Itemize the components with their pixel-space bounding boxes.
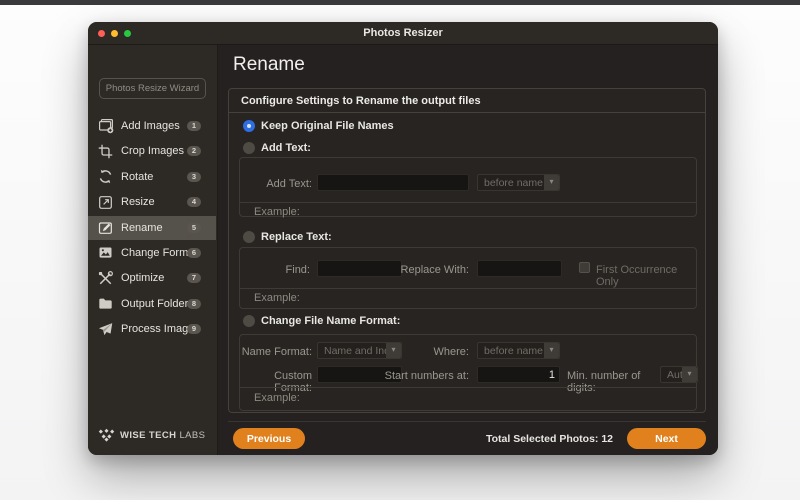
add-images-icon (97, 118, 114, 134)
top-edge-strip (0, 0, 800, 5)
chevron-down-icon: ▾ (544, 343, 559, 358)
name-format-label: Name Format: (241, 346, 312, 358)
rename-settings-panel: Configure Settings to Rename the output … (228, 88, 706, 413)
brand-name: WISE TECH LABS (120, 429, 206, 441)
step-number-badge: 6 (187, 247, 201, 258)
window-title: Photos Resizer (363, 27, 443, 39)
sidebar-item-label: Rotate (121, 170, 154, 183)
sidebar-item-change-format[interactable]: Change Format 6 (88, 241, 216, 265)
step-number-badge: 4 (187, 197, 201, 208)
change-format-option[interactable]: Change File Name Format: (243, 315, 400, 327)
first-occurrence-label: First Occurrence Only (596, 264, 678, 288)
previous-button[interactable]: Previous (233, 428, 305, 449)
step-number-badge: 8 (187, 298, 201, 309)
add-text-example-label: Example: (254, 206, 300, 218)
step-number-badge: 3 (187, 171, 201, 182)
rename-icon (97, 220, 114, 236)
add-text-field-label: Add Text: (266, 178, 312, 190)
step-number-badge: 9 (187, 324, 201, 335)
sidebar-item-label: Resize (121, 196, 155, 209)
min-digits-label: Min. number of digits: (567, 370, 641, 394)
example-divider (240, 288, 696, 289)
change-format-group: Name Format: Name and Index ▾ Where: bef… (239, 334, 698, 411)
first-occurrence-checkbox[interactable] (579, 262, 590, 273)
add-text-position-dropdown[interactable]: before name ▾ (477, 174, 560, 191)
panel-header: Configure Settings to Rename the output … (229, 89, 705, 113)
replace-with-label: Replace With: (400, 264, 469, 276)
change-format-example-label: Example: (254, 392, 300, 404)
replace-text-label: Replace Text: (261, 231, 332, 243)
sidebar-item-add-images[interactable]: Add Images 1 (88, 114, 216, 138)
chevron-down-icon: ▾ (544, 175, 559, 190)
chevron-down-icon: ▾ (682, 367, 697, 382)
folder-icon (97, 296, 114, 312)
sidebar-item-resize[interactable]: Resize 4 (88, 190, 216, 214)
wizard-sidebar: Photos Resize Wizard Add Images 1 Crop I… (88, 45, 218, 455)
resize-icon (97, 194, 114, 210)
paper-plane-icon (97, 321, 114, 337)
wizard-title-button[interactable]: Photos Resize Wizard (99, 78, 206, 99)
where-dropdown[interactable]: before name ▾ (477, 342, 560, 359)
keep-original-label: Keep Original File Names (261, 120, 394, 132)
desktop-background: Photos Resizer Photos Resize Wizard Add … (0, 0, 800, 500)
add-text-option[interactable]: Add Text: (243, 142, 311, 154)
next-button[interactable]: Next (627, 428, 706, 449)
min-digits-dropdown[interactable]: Auto ▾ (660, 366, 698, 383)
sidebar-item-label: Output Folder (121, 297, 189, 310)
total-selected-photos: Total Selected Photos: 12 (486, 433, 613, 445)
main-content: Rename Configure Settings to Rename the … (218, 45, 718, 455)
radio-unselected-icon[interactable] (243, 315, 255, 327)
sidebar-item-rotate[interactable]: Rotate 3 (88, 165, 216, 189)
replace-with-input[interactable] (477, 260, 562, 277)
footer-divider (228, 421, 706, 422)
radio-selected-icon[interactable] (243, 120, 255, 132)
wizard-step-list: Add Images 1 Crop Images 2 Rotate 3 Resi… (88, 114, 216, 343)
rotate-icon (97, 169, 114, 185)
find-label: Find: (285, 264, 310, 276)
radio-unselected-icon[interactable] (243, 231, 255, 243)
change-format-label: Change File Name Format: (261, 315, 401, 327)
title-bar: Photos Resizer (88, 22, 718, 45)
sidebar-item-process-images[interactable]: Process Images 9 (88, 317, 216, 341)
crop-icon (97, 143, 114, 159)
step-number-badge: 1 (187, 121, 201, 131)
tools-icon (97, 270, 114, 286)
start-numbers-input[interactable] (477, 366, 560, 383)
page-title: Rename (233, 54, 305, 75)
add-text-input[interactable] (317, 174, 469, 191)
add-text-group: Add Text: before name ▾ Example: (239, 157, 697, 218)
add-text-label: Add Text: (261, 142, 311, 154)
app-window: Photos Resizer Photos Resize Wizard Add … (88, 22, 718, 455)
example-divider (240, 387, 696, 388)
sidebar-item-label: Optimize (121, 272, 165, 285)
example-divider (240, 202, 696, 203)
step-number-badge: 2 (187, 146, 201, 157)
replace-text-option[interactable]: Replace Text: (243, 231, 332, 243)
sidebar-item-label: Change Format (121, 246, 198, 259)
wise-tech-labs-logo-icon (98, 428, 115, 442)
replace-text-example-label: Example: (254, 292, 300, 304)
sidebar-item-rename[interactable]: Rename 5 (88, 215, 216, 240)
radio-unselected-icon[interactable] (243, 142, 255, 154)
step-number-badge: 5 (187, 222, 201, 233)
where-label: Where: (433, 346, 469, 358)
step-number-badge: 7 (187, 273, 201, 284)
sidebar-item-label: Rename (121, 221, 163, 234)
sidebar-item-crop-images[interactable]: Crop Images 2 (88, 139, 216, 163)
sidebar-item-label: Crop Images (121, 145, 184, 158)
brand-logo: WISE TECH LABS (98, 428, 205, 442)
keep-original-option[interactable]: Keep Original File Names (243, 120, 394, 132)
start-numbers-label: Start numbers at: (384, 370, 469, 382)
sidebar-item-label: Add Images (121, 120, 180, 132)
image-format-icon (97, 245, 114, 261)
find-input[interactable] (317, 260, 402, 277)
custom-format-label: Custom Format: (274, 370, 312, 394)
replace-text-group: Find: Replace With: First Occurrence Onl… (239, 247, 697, 309)
sidebar-item-output-folder[interactable]: Output Folder 8 (88, 292, 216, 316)
sidebar-item-optimize[interactable]: Optimize 7 (88, 266, 216, 290)
